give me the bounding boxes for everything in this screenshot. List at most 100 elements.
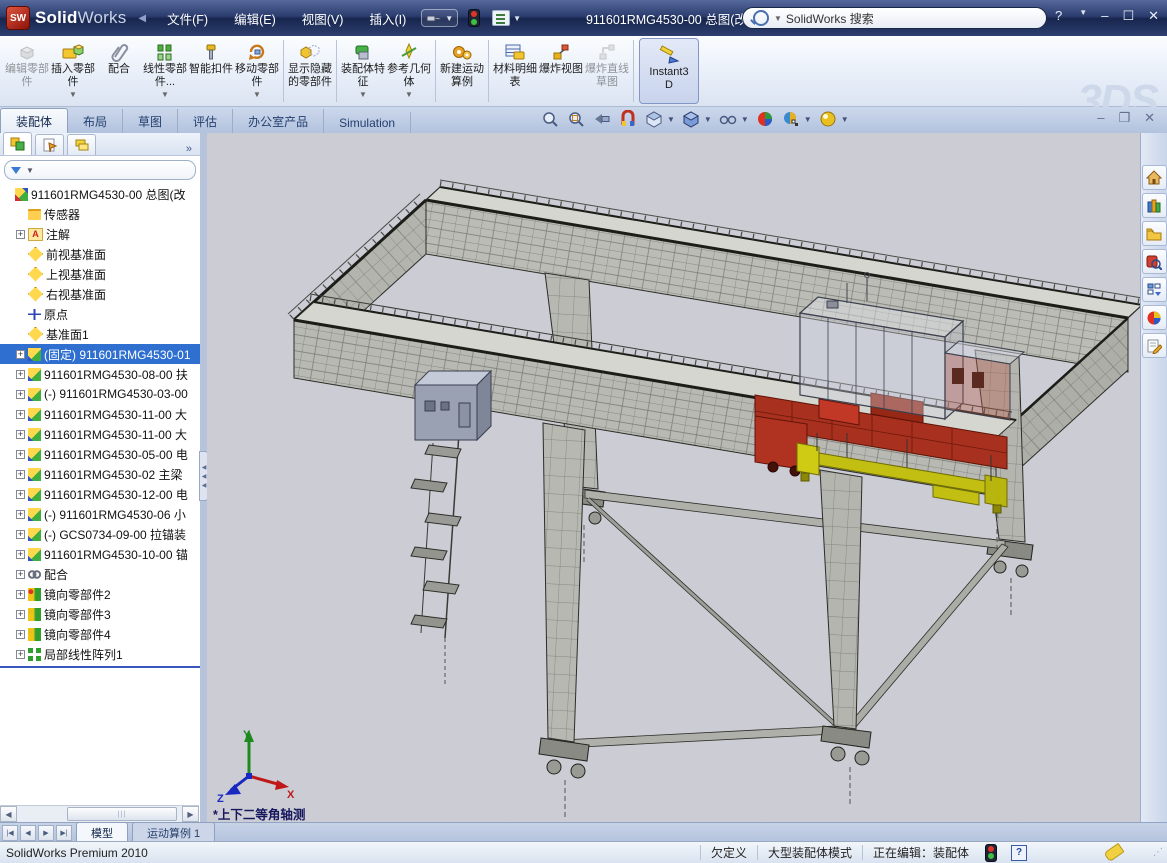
search-dropdown-arrow[interactable]: ▼ (774, 14, 782, 23)
large-assembly-mode-status[interactable]: 大型装配体模式 (757, 845, 862, 860)
tab-nav-first[interactable]: |◀ (2, 825, 18, 841)
apply-scene-icon[interactable] (781, 109, 801, 129)
expand-toggle[interactable]: + (16, 630, 25, 639)
menu-pin-control[interactable]: ▼ (421, 9, 458, 27)
tree-item-origin[interactable]: 原点 (0, 304, 200, 324)
tree-item-mates[interactable]: +配合 (0, 564, 200, 584)
electrical-house[interactable] (415, 371, 491, 440)
expand-toggle[interactable]: + (16, 370, 25, 379)
expand-toggle[interactable]: + (16, 650, 25, 659)
expand-toggle[interactable]: + (16, 610, 25, 619)
featuremanager-tree-tab[interactable] (3, 132, 32, 155)
quick-tips-icon[interactable]: ? (1011, 845, 1027, 861)
tags-icon[interactable] (1103, 843, 1124, 862)
propertymanager-tab[interactable] (35, 134, 64, 155)
tree-item-component[interactable]: +911601RMG4530-11-00 大 (0, 424, 200, 444)
expand-toggle[interactable]: + (16, 590, 25, 599)
expand-toggle[interactable]: + (16, 350, 25, 359)
pin-dropdown-arrow[interactable]: ▼ (445, 14, 453, 23)
assembly-features-button[interactable]: 装配体特征 ▼ (340, 36, 386, 106)
previous-view-icon[interactable] (592, 109, 612, 129)
panel-horizontal-scrollbar[interactable]: ◀ ||| ▶ (0, 805, 199, 822)
tree-item-annotations[interactable]: +A注解 (0, 224, 200, 244)
edit-appearance-icon[interactable] (755, 109, 775, 129)
configurationmanager-tab[interactable] (67, 134, 96, 155)
bill-of-materials-button[interactable]: 材料明细表 (492, 36, 538, 106)
traffic-light-icon[interactable] (468, 9, 480, 27)
scroll-right-arrow[interactable]: ▶ (182, 806, 199, 822)
front-right-leg[interactable] (820, 470, 871, 804)
resize-grip[interactable]: ⋰ (1153, 847, 1164, 858)
tab-office-products[interactable]: 办公室产品 (233, 109, 324, 133)
dropdown-arrow[interactable]: ▼ (741, 115, 749, 124)
hide-show-items-icon[interactable] (718, 109, 738, 129)
expand-toggle[interactable]: + (16, 470, 25, 479)
expand-toggle[interactable]: + (16, 530, 25, 539)
expand-toggle[interactable]: + (16, 570, 25, 579)
filter-dropdown-arrow[interactable]: ▼ (26, 166, 34, 175)
graphics-viewport[interactable]: Y X Z *上下二等角轴测 (207, 133, 1140, 822)
tree-filter-input[interactable]: ▼ (4, 160, 196, 180)
tab-assembly[interactable]: 装配体 (0, 108, 68, 133)
tree-item-mirror-component4[interactable]: +镜向零部件4 (0, 624, 200, 644)
tree-item-mirror-component2[interactable]: +镜向零部件2 (0, 584, 200, 604)
help-button[interactable]: ? (1055, 8, 1062, 24)
tree-item-component[interactable]: +(-) 911601RMG4530-06 小 (0, 504, 200, 524)
menu-collapse-arrow[interactable]: ◀ (138, 13, 146, 24)
tab-nav-last[interactable]: ▶| (56, 825, 72, 841)
tree-item-component[interactable]: +911601RMG4530-08-00 扶 (0, 364, 200, 384)
tab-nav-prev[interactable]: ◀ (20, 825, 36, 841)
zoom-to-fit-icon[interactable] (540, 109, 560, 129)
dropdown-arrow[interactable]: ▼ (359, 89, 367, 102)
search-box[interactable]: ▼ SolidWorks 搜索 (742, 7, 1047, 29)
minimize-button[interactable]: – (1101, 8, 1108, 24)
tree-item-top-plane[interactable]: 上视基准面 (0, 264, 200, 284)
mate-button[interactable]: 配合 (96, 36, 142, 106)
zoom-to-area-icon[interactable] (566, 109, 586, 129)
tab-simulation[interactable]: Simulation (324, 112, 411, 133)
tab-evaluate[interactable]: 评估 (178, 109, 233, 133)
close-button[interactable]: ✕ (1148, 8, 1159, 24)
doc-minimize-button[interactable]: – (1097, 110, 1104, 126)
doc-close-button[interactable]: ✕ (1144, 110, 1155, 126)
tree-item-component[interactable]: +(-) GCS0734-09-00 拉锚装 (0, 524, 200, 544)
dropdown-arrow[interactable]: ▼ (667, 115, 675, 124)
tab-sketch[interactable]: 草图 (123, 109, 178, 133)
scroll-thumb[interactable]: ||| (67, 807, 177, 821)
reference-geometry-button[interactable]: 参考几何体 ▼ (386, 36, 432, 106)
front-left-leg[interactable] (539, 423, 589, 817)
doc-restore-button[interactable]: ❐ (1118, 110, 1130, 126)
tree-item-plane1[interactable]: 基准面1 (0, 324, 200, 344)
tree-item-sensors[interactable]: 传感器 (0, 204, 200, 224)
tree-item-component[interactable]: +911601RMG4530-05-00 电 (0, 444, 200, 464)
checklist-dropdown-arrow[interactable]: ▼ (513, 14, 521, 23)
menu-file[interactable]: 文件(F) (167, 9, 208, 28)
show-hidden-components-button[interactable]: 显示隐藏的零部件 (287, 36, 333, 106)
expand-toggle[interactable]: + (16, 390, 25, 399)
tree-item-mirror-component3[interactable]: +镜向零部件3 (0, 604, 200, 624)
search-results-icon[interactable] (1142, 249, 1167, 274)
expand-toggle[interactable]: + (16, 510, 25, 519)
crane-3d-model[interactable]: Y X Z (207, 133, 1140, 822)
view-palette-icon[interactable] (1142, 277, 1167, 302)
instant3d-button[interactable]: Instant3D (639, 38, 699, 104)
expand-toggle[interactable]: + (16, 450, 25, 459)
explode-line-sketch-button[interactable]: 爆炸直线草图 (584, 36, 630, 106)
tab-layout[interactable]: 布局 (68, 109, 123, 133)
section-view-icon[interactable] (618, 109, 638, 129)
checklist-icon[interactable] (492, 10, 510, 26)
expand-toggle[interactable]: + (16, 490, 25, 499)
view-settings-icon[interactable] (818, 109, 838, 129)
tree-item-root-assembly[interactable]: 911601RMG4530-00 总图(改 (0, 184, 200, 204)
maximize-button[interactable]: ☐ (1122, 8, 1134, 24)
custom-properties-icon[interactable] (1142, 333, 1167, 358)
help-dropdown-arrow[interactable]: ▼ (1079, 8, 1087, 24)
tree-item-local-pattern[interactable]: +局部线性阵列1 (0, 644, 200, 664)
rebuild-traffic-light-icon[interactable] (985, 844, 997, 862)
model-tab[interactable]: 模型 (76, 822, 128, 843)
dropdown-arrow[interactable]: ▼ (841, 115, 849, 124)
tree-item-component[interactable]: +911601RMG4530-11-00 大 (0, 404, 200, 424)
dropdown-arrow[interactable]: ▼ (405, 89, 413, 102)
dropdown-arrow[interactable]: ▼ (161, 89, 169, 102)
file-explorer-icon[interactable] (1142, 221, 1167, 246)
